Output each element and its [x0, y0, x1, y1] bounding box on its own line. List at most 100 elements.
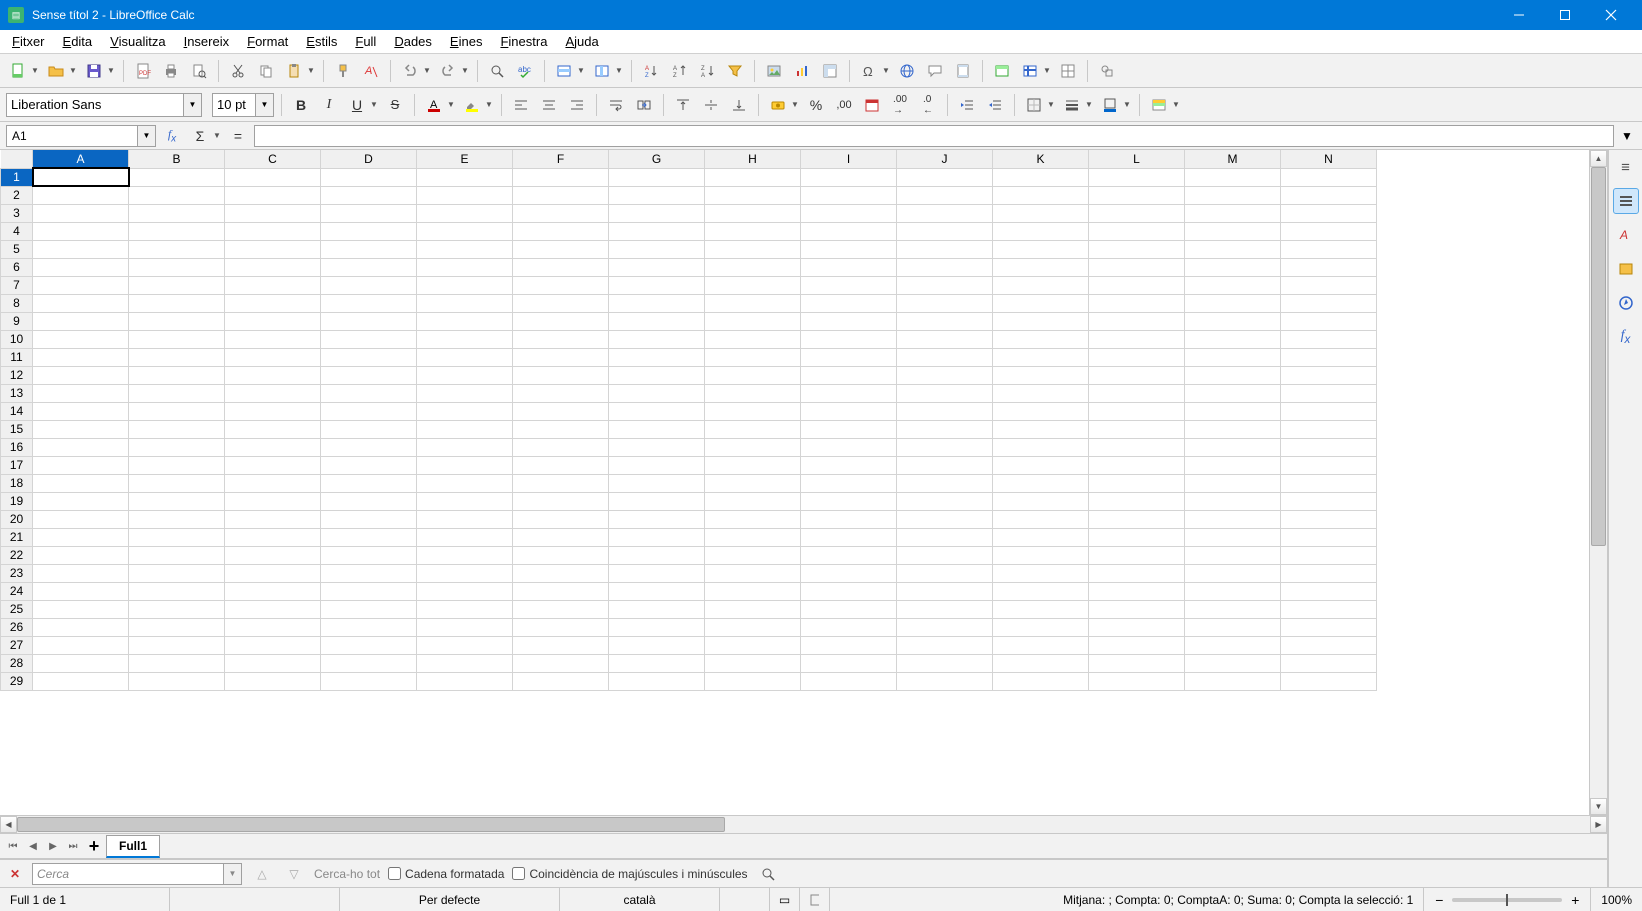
cell-L17[interactable] — [1089, 456, 1185, 474]
border-color-dropdown[interactable]: ▼ — [1122, 100, 1132, 109]
cell-K8[interactable] — [993, 294, 1089, 312]
find-next-icon[interactable]: ▽ — [282, 862, 306, 886]
cell-H26[interactable] — [705, 618, 801, 636]
cell-I10[interactable] — [801, 330, 897, 348]
cell-H6[interactable] — [705, 258, 801, 276]
cell-H27[interactable] — [705, 636, 801, 654]
cell-K3[interactable] — [993, 204, 1089, 222]
cell-J21[interactable] — [897, 528, 993, 546]
autofilter-icon[interactable] — [723, 59, 747, 83]
cell-F16[interactable] — [513, 438, 609, 456]
menu-fitxer[interactable]: Fitxer — [4, 32, 53, 51]
cell-E5[interactable] — [417, 240, 513, 258]
insert-mode-status[interactable] — [720, 888, 770, 911]
cell-G19[interactable] — [609, 492, 705, 510]
column-header-F[interactable]: F — [513, 150, 609, 168]
cell-A4[interactable] — [33, 222, 129, 240]
sort-asc-icon[interactable]: AZ — [667, 59, 691, 83]
cell-E15[interactable] — [417, 420, 513, 438]
row-header-8[interactable]: 8 — [1, 294, 33, 312]
cell-B11[interactable] — [129, 348, 225, 366]
row-header-5[interactable]: 5 — [1, 240, 33, 258]
cell-I3[interactable] — [801, 204, 897, 222]
cell-L8[interactable] — [1089, 294, 1185, 312]
column-header-D[interactable]: D — [321, 150, 417, 168]
cell-K22[interactable] — [993, 546, 1089, 564]
chevron-down-icon[interactable]: ▼ — [137, 126, 155, 146]
cell-B13[interactable] — [129, 384, 225, 402]
cell-J19[interactable] — [897, 492, 993, 510]
add-decimal-button[interactable]: .00→ — [888, 93, 912, 117]
cell-M20[interactable] — [1185, 510, 1281, 528]
cell-E26[interactable] — [417, 618, 513, 636]
cell-E18[interactable] — [417, 474, 513, 492]
cell-N23[interactable] — [1281, 564, 1377, 582]
cell-G29[interactable] — [609, 672, 705, 690]
redo-dropdown[interactable]: ▼ — [460, 66, 470, 75]
cell-F25[interactable] — [513, 600, 609, 618]
cell-E24[interactable] — [417, 582, 513, 600]
strikethrough-button[interactable]: S — [383, 93, 407, 117]
cell-F14[interactable] — [513, 402, 609, 420]
new-dropdown[interactable]: ▼ — [30, 66, 40, 75]
cell-H13[interactable] — [705, 384, 801, 402]
comment-icon[interactable] — [923, 59, 947, 83]
column-header-A[interactable]: A — [33, 150, 129, 168]
menu-finestra[interactable]: Finestra — [492, 32, 555, 51]
row-header-7[interactable]: 7 — [1, 276, 33, 294]
cell-E19[interactable] — [417, 492, 513, 510]
row-header-11[interactable]: 11 — [1, 348, 33, 366]
headers-footers-icon[interactable] — [951, 59, 975, 83]
cell-F22[interactable] — [513, 546, 609, 564]
cell-D17[interactable] — [321, 456, 417, 474]
undo-icon[interactable] — [398, 59, 422, 83]
cell-F12[interactable] — [513, 366, 609, 384]
cell-N17[interactable] — [1281, 456, 1377, 474]
cell-F28[interactable] — [513, 654, 609, 672]
navigator-panel-icon[interactable] — [1613, 290, 1639, 316]
cell-H23[interactable] — [705, 564, 801, 582]
cell-K7[interactable] — [993, 276, 1089, 294]
cell-E14[interactable] — [417, 402, 513, 420]
row-header-18[interactable]: 18 — [1, 474, 33, 492]
cell-I5[interactable] — [801, 240, 897, 258]
cell-K24[interactable] — [993, 582, 1089, 600]
paste-icon[interactable] — [282, 59, 306, 83]
cell-G25[interactable] — [609, 600, 705, 618]
cell-A24[interactable] — [33, 582, 129, 600]
menu-format[interactable]: Format — [239, 32, 296, 51]
cell-I26[interactable] — [801, 618, 897, 636]
cell-C20[interactable] — [225, 510, 321, 528]
vscroll-thumb[interactable] — [1591, 167, 1606, 546]
spellcheck-icon[interactable]: abc — [513, 59, 537, 83]
cell-B2[interactable] — [129, 186, 225, 204]
cell-G1[interactable] — [609, 168, 705, 186]
cell-C7[interactable] — [225, 276, 321, 294]
cell-C17[interactable] — [225, 456, 321, 474]
cell-M22[interactable] — [1185, 546, 1281, 564]
percent-button[interactable]: % — [804, 93, 828, 117]
cell-B29[interactable] — [129, 672, 225, 690]
row-header-2[interactable]: 2 — [1, 186, 33, 204]
cell-M25[interactable] — [1185, 600, 1281, 618]
cell-N27[interactable] — [1281, 636, 1377, 654]
cell-D16[interactable] — [321, 438, 417, 456]
cell-K2[interactable] — [993, 186, 1089, 204]
cell-G5[interactable] — [609, 240, 705, 258]
special-char-dropdown[interactable]: ▼ — [881, 66, 891, 75]
cell-N8[interactable] — [1281, 294, 1377, 312]
cell-J29[interactable] — [897, 672, 993, 690]
clear-formatting-icon[interactable]: A — [359, 59, 383, 83]
cell-D11[interactable] — [321, 348, 417, 366]
cell-L4[interactable] — [1089, 222, 1185, 240]
cell-E25[interactable] — [417, 600, 513, 618]
doc-modified-icon[interactable] — [800, 888, 830, 911]
cell-B22[interactable] — [129, 546, 225, 564]
align-right-button[interactable] — [565, 93, 589, 117]
row-header-22[interactable]: 22 — [1, 546, 33, 564]
cell-F7[interactable] — [513, 276, 609, 294]
cell-N25[interactable] — [1281, 600, 1377, 618]
row-header-27[interactable]: 27 — [1, 636, 33, 654]
cell-J6[interactable] — [897, 258, 993, 276]
row-header-12[interactable]: 12 — [1, 366, 33, 384]
